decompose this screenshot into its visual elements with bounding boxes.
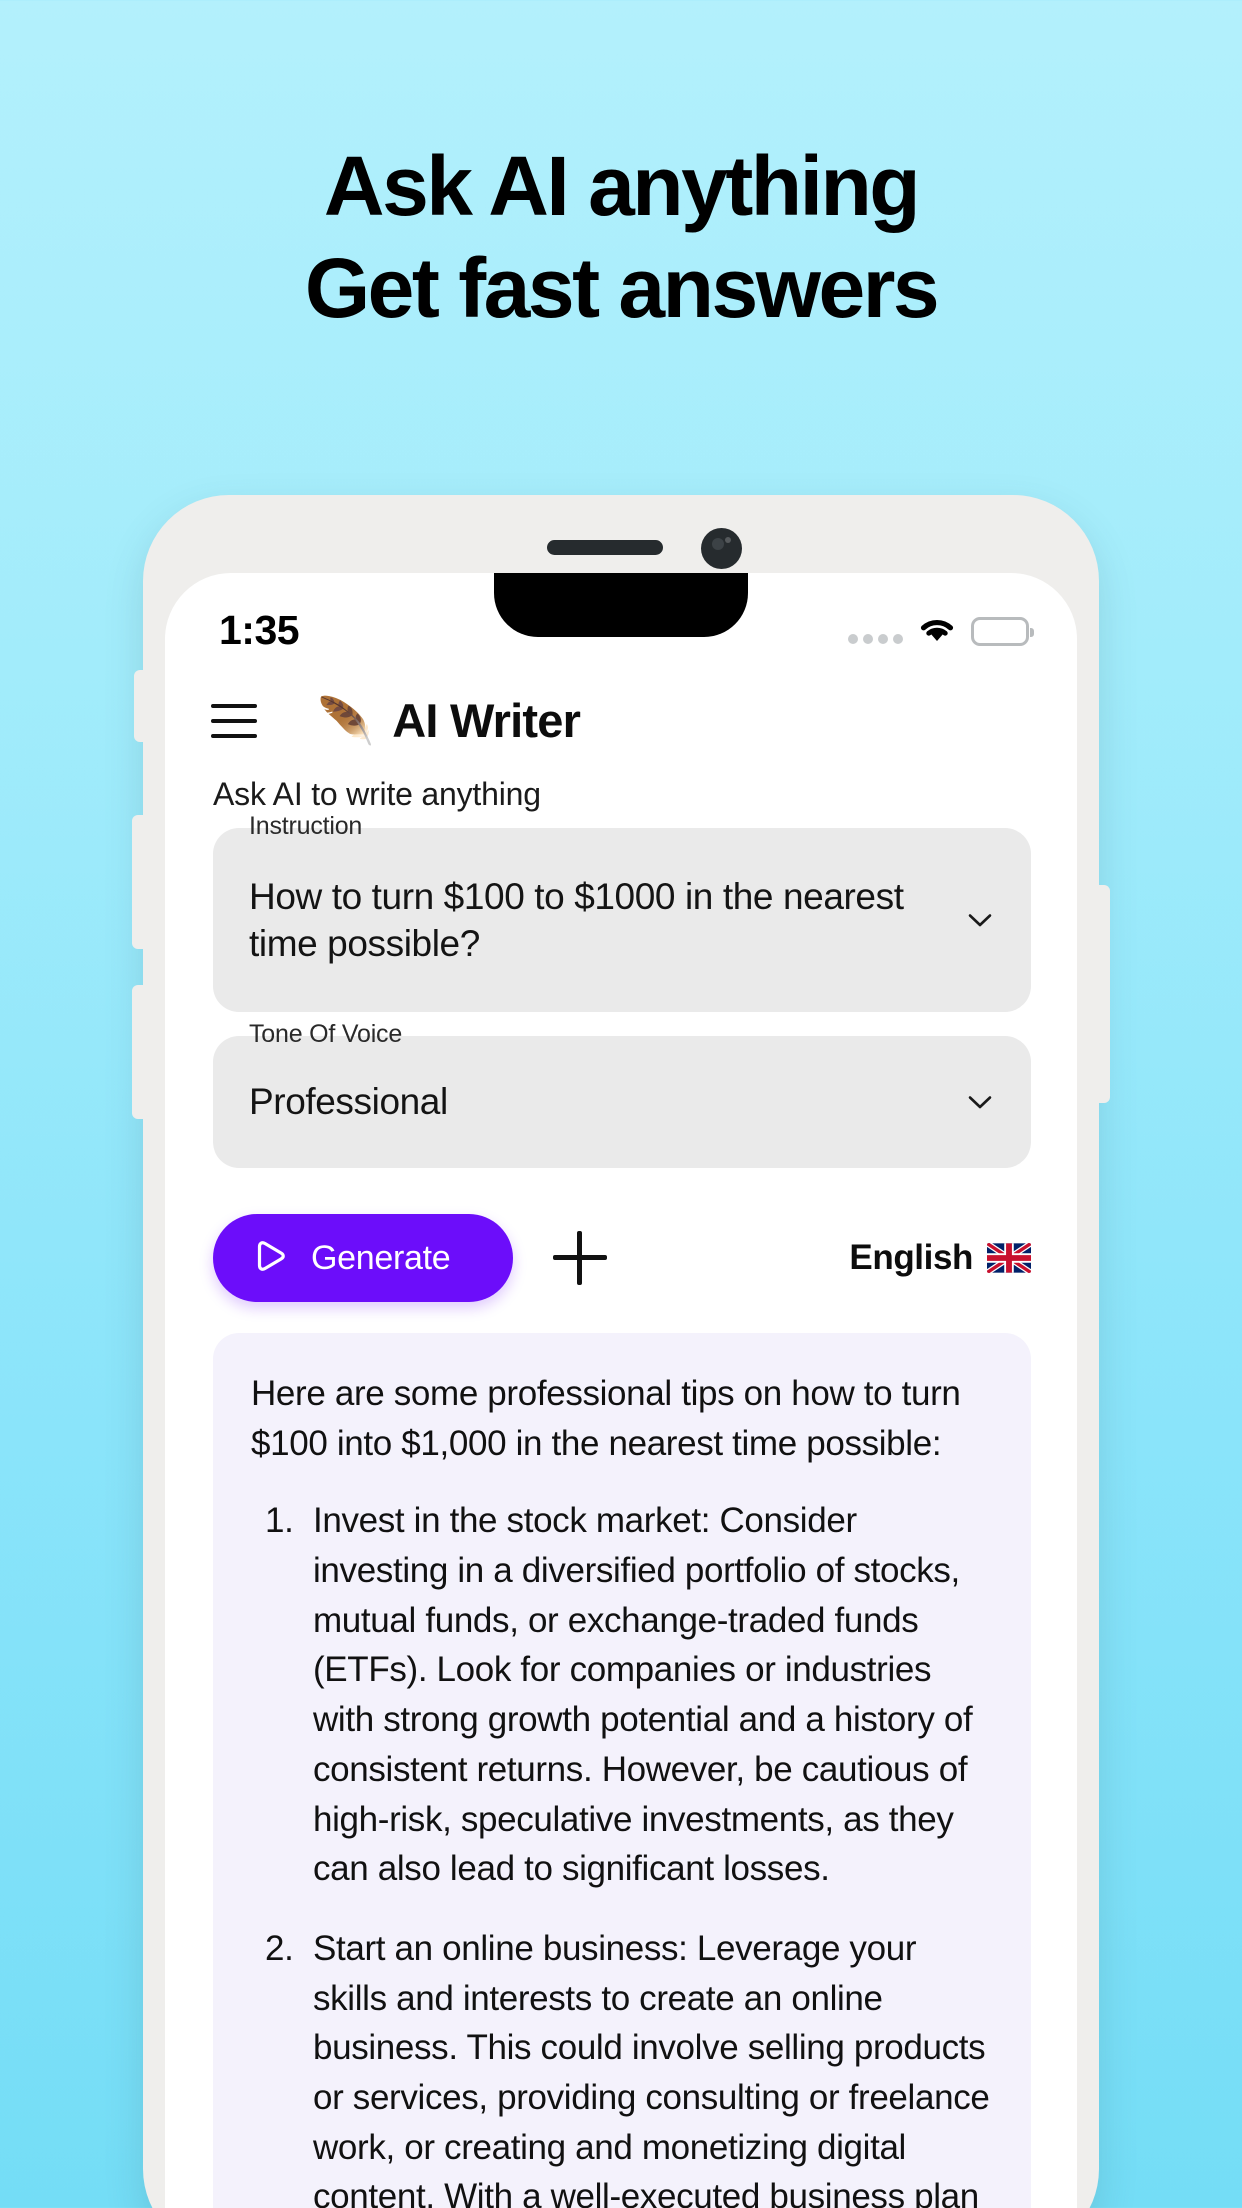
language-label: English [849, 1238, 973, 1277]
tone-field-label: Tone Of Voice [249, 1020, 403, 1048]
cellular-signal-icon [848, 618, 903, 644]
hamburger-menu-icon[interactable] [211, 703, 257, 738]
tone-of-voice-field[interactable]: Tone Of Voice Professional [213, 1020, 1031, 1168]
battery-full-icon [971, 616, 1034, 646]
play-outline-icon [249, 1234, 293, 1283]
silent-switch-button[interactable] [134, 670, 145, 742]
volume-up-button[interactable] [132, 815, 145, 949]
phone-mockup: 1:35 🪶 AI Writer Ask AI to write anythin… [132, 495, 1110, 2208]
feather-quill-icon: 🪶 [317, 694, 375, 747]
front-camera [701, 528, 742, 569]
instruction-field-label: Instruction [249, 812, 363, 840]
plus-icon[interactable] [553, 1231, 607, 1285]
power-button[interactable] [1097, 885, 1110, 1103]
volume-down-button[interactable] [132, 985, 145, 1119]
ai-result-card: Here are some professional tips on how t… [213, 1333, 1031, 2208]
tone-field-value[interactable]: Professional [249, 1078, 963, 1125]
headline-line-2: Get fast answers [304, 241, 940, 336]
result-list-item: Invest in the stock market: Consider inv… [265, 1496, 973, 1889]
headline-line-1: Ask AI anything [323, 139, 921, 233]
dynamic-island [494, 573, 748, 637]
app-title: AI Writer [392, 694, 581, 747]
result-list-item: Start an online business: Leverage your … [265, 1924, 990, 2208]
app-header: 🪶 AI Writer [165, 693, 1077, 748]
app-brand: 🪶 AI Writer [317, 693, 581, 748]
instruction-field-value[interactable]: How to turn $100 to $1000 in the nearest… [249, 873, 963, 968]
promo-headline: Ask AI anything Get fast answers [0, 135, 1242, 340]
generate-button[interactable]: Generate [213, 1214, 513, 1302]
uk-flag-icon [987, 1243, 1031, 1273]
app-subtitle: Ask AI to write anything [213, 776, 541, 812]
chevron-down-icon[interactable] [963, 1085, 997, 1119]
earpiece-speaker [547, 540, 663, 555]
status-icons-group [848, 594, 1034, 649]
instruction-field[interactable]: Instruction How to turn $100 to $1000 in… [213, 812, 1031, 1012]
language-selector[interactable]: English [849, 1238, 1031, 1278]
wifi-icon [917, 614, 957, 649]
chevron-down-icon[interactable] [963, 903, 997, 937]
generate-button-label: Generate [311, 1238, 451, 1277]
result-intro-text: Here are some professional tips on how t… [251, 1374, 961, 1463]
phone-screen: 1:35 🪶 AI Writer Ask AI to write anythin… [165, 573, 1077, 2208]
result-tips-list: Invest in the stock market: Consider inv… [251, 1496, 993, 2208]
action-row: Generate English [213, 1213, 1031, 1303]
status-time: 1:35 [219, 606, 300, 653]
